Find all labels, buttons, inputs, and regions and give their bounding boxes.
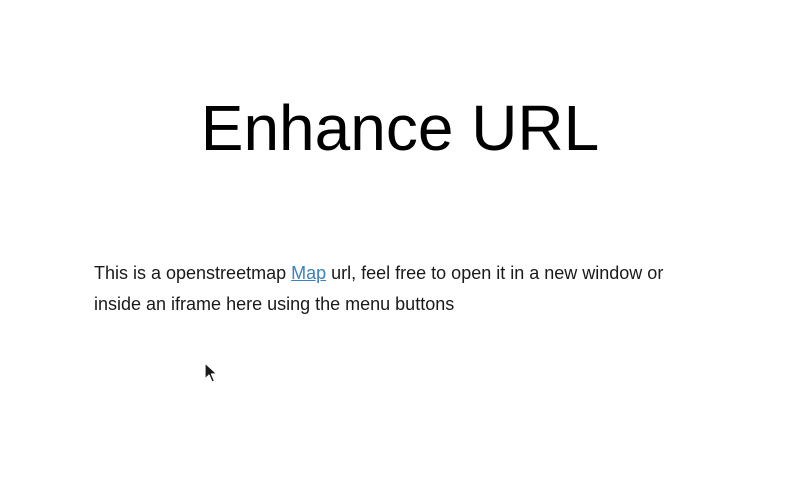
intro-paragraph: This is a openstreetmap Map url, feel fr… xyxy=(94,258,714,320)
intro-text-before: This is a openstreetmap xyxy=(94,263,292,283)
mouse-pointer-icon xyxy=(204,362,218,383)
page-title: Enhance URL xyxy=(200,92,600,164)
map-link[interactable]: Map xyxy=(291,263,326,283)
